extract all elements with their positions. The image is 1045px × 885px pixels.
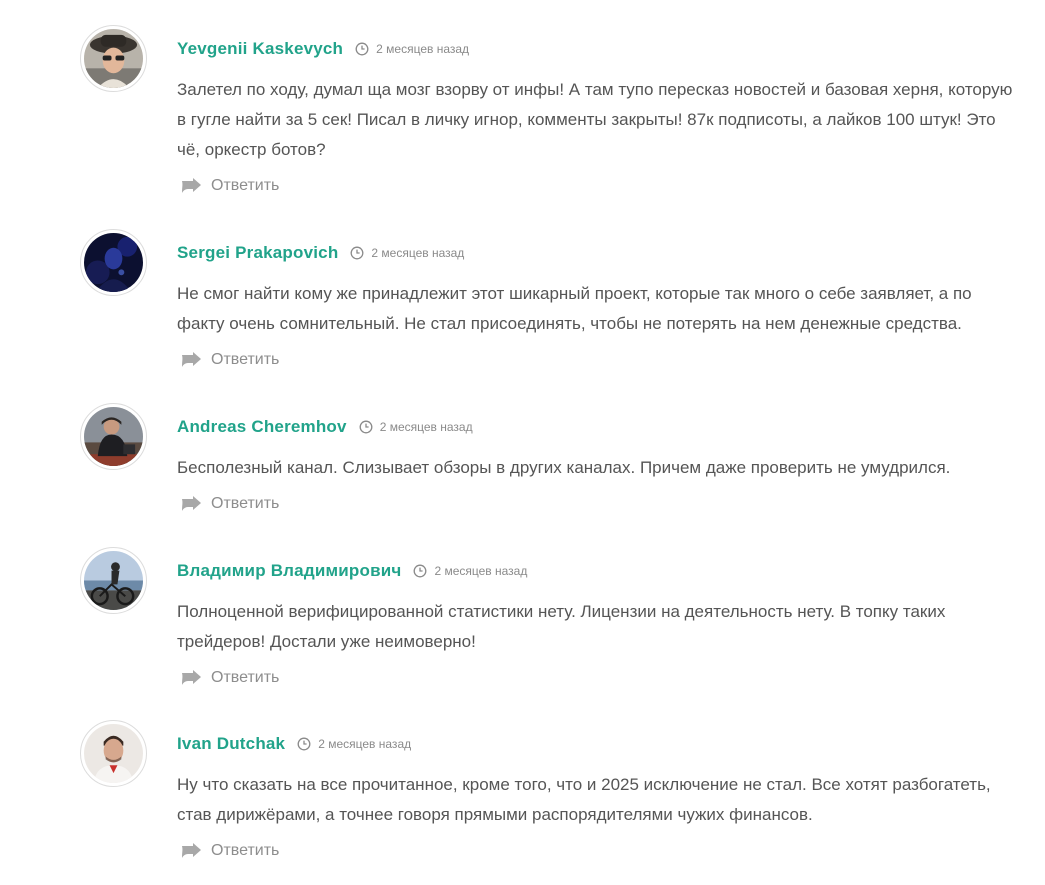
comment-text: Бесполезный канал. Слизывает обзоры в др… — [177, 458, 951, 477]
avatar[interactable] — [80, 25, 147, 92]
comment-author[interactable]: Ivan Dutchak — [177, 734, 285, 754]
comment-meta: Yevgenii Kaskevych 2 месяцев назад — [177, 39, 469, 59]
reply-button[interactable]: Ответить — [180, 351, 279, 369]
avatar-image — [84, 407, 143, 466]
comment-author[interactable]: Yevgenii Kaskevych — [177, 39, 343, 59]
avatar[interactable] — [80, 547, 147, 614]
reply-label: Ответить — [211, 495, 280, 512]
reply-button[interactable]: Ответить — [180, 842, 279, 860]
comment-time: 2 месяцев назад — [413, 564, 527, 578]
avatar-image — [84, 29, 143, 88]
reply-label: Ответить — [211, 669, 280, 686]
comment-author[interactable]: Владимир Владимирович — [177, 561, 401, 581]
reply-arrow-icon — [182, 178, 201, 193]
avatar[interactable] — [80, 403, 147, 470]
reply-arrow-icon — [182, 496, 201, 511]
avatar-image — [84, 233, 143, 292]
reply-label: Ответить — [211, 351, 280, 368]
reply-button[interactable]: Ответить — [180, 495, 279, 513]
comment-time-text: 2 месяцев назад — [379, 420, 473, 434]
comment-text: Ну что сказать на все прочитанное, кроме… — [177, 775, 991, 824]
comment-text: Полноценной верифицированной статистики … — [177, 602, 946, 651]
reply-button[interactable]: Ответить — [180, 669, 279, 687]
clock-icon — [355, 42, 369, 56]
comment-text: Залетел по ходу, думал ща мозг взорву от… — [177, 80, 1013, 159]
comment-time: 2 месяцев назад — [297, 737, 411, 751]
comment-author[interactable]: Sergei Prakapovich — [177, 243, 338, 263]
comment-time: 2 месяцев назад — [350, 246, 464, 260]
avatar[interactable] — [80, 229, 147, 296]
comment-meta: Andreas Cheremhov 2 месяцев назад — [177, 417, 473, 437]
comment-meta: Владимир Владимирович 2 месяцев назад — [177, 561, 527, 581]
reply-arrow-icon — [182, 670, 201, 685]
clock-icon — [414, 564, 427, 578]
comment-time-text: 2 месяцев назад — [434, 564, 528, 578]
comment-time-text: 2 месяцев назад — [376, 42, 470, 56]
comment-time: 2 месяцев назад — [355, 42, 469, 56]
reply-arrow-icon — [182, 352, 201, 367]
comment-meta: Ivan Dutchak 2 месяцев назад — [177, 734, 411, 754]
avatar-image — [84, 724, 143, 783]
reply-arrow-icon — [182, 843, 201, 858]
reply-button[interactable]: Ответить — [180, 177, 279, 195]
clock-icon — [359, 420, 373, 434]
comment-text: Не смог найти кому же принадлежит этот ш… — [177, 284, 972, 333]
avatar-image — [84, 551, 143, 610]
reply-label: Ответить — [211, 842, 280, 859]
comment-author[interactable]: Andreas Cheremhov — [177, 417, 347, 437]
comment-time-text: 2 месяцев назад — [371, 246, 465, 260]
comment-time-text: 2 месяцев назад — [318, 737, 412, 751]
clock-icon — [297, 737, 311, 751]
reply-label: Ответить — [211, 177, 280, 194]
comment-meta: Sergei Prakapovich 2 месяцев назад — [177, 243, 464, 263]
comment-time: 2 месяцев назад — [359, 420, 473, 434]
avatar[interactable] — [80, 720, 147, 787]
clock-icon — [350, 246, 364, 260]
